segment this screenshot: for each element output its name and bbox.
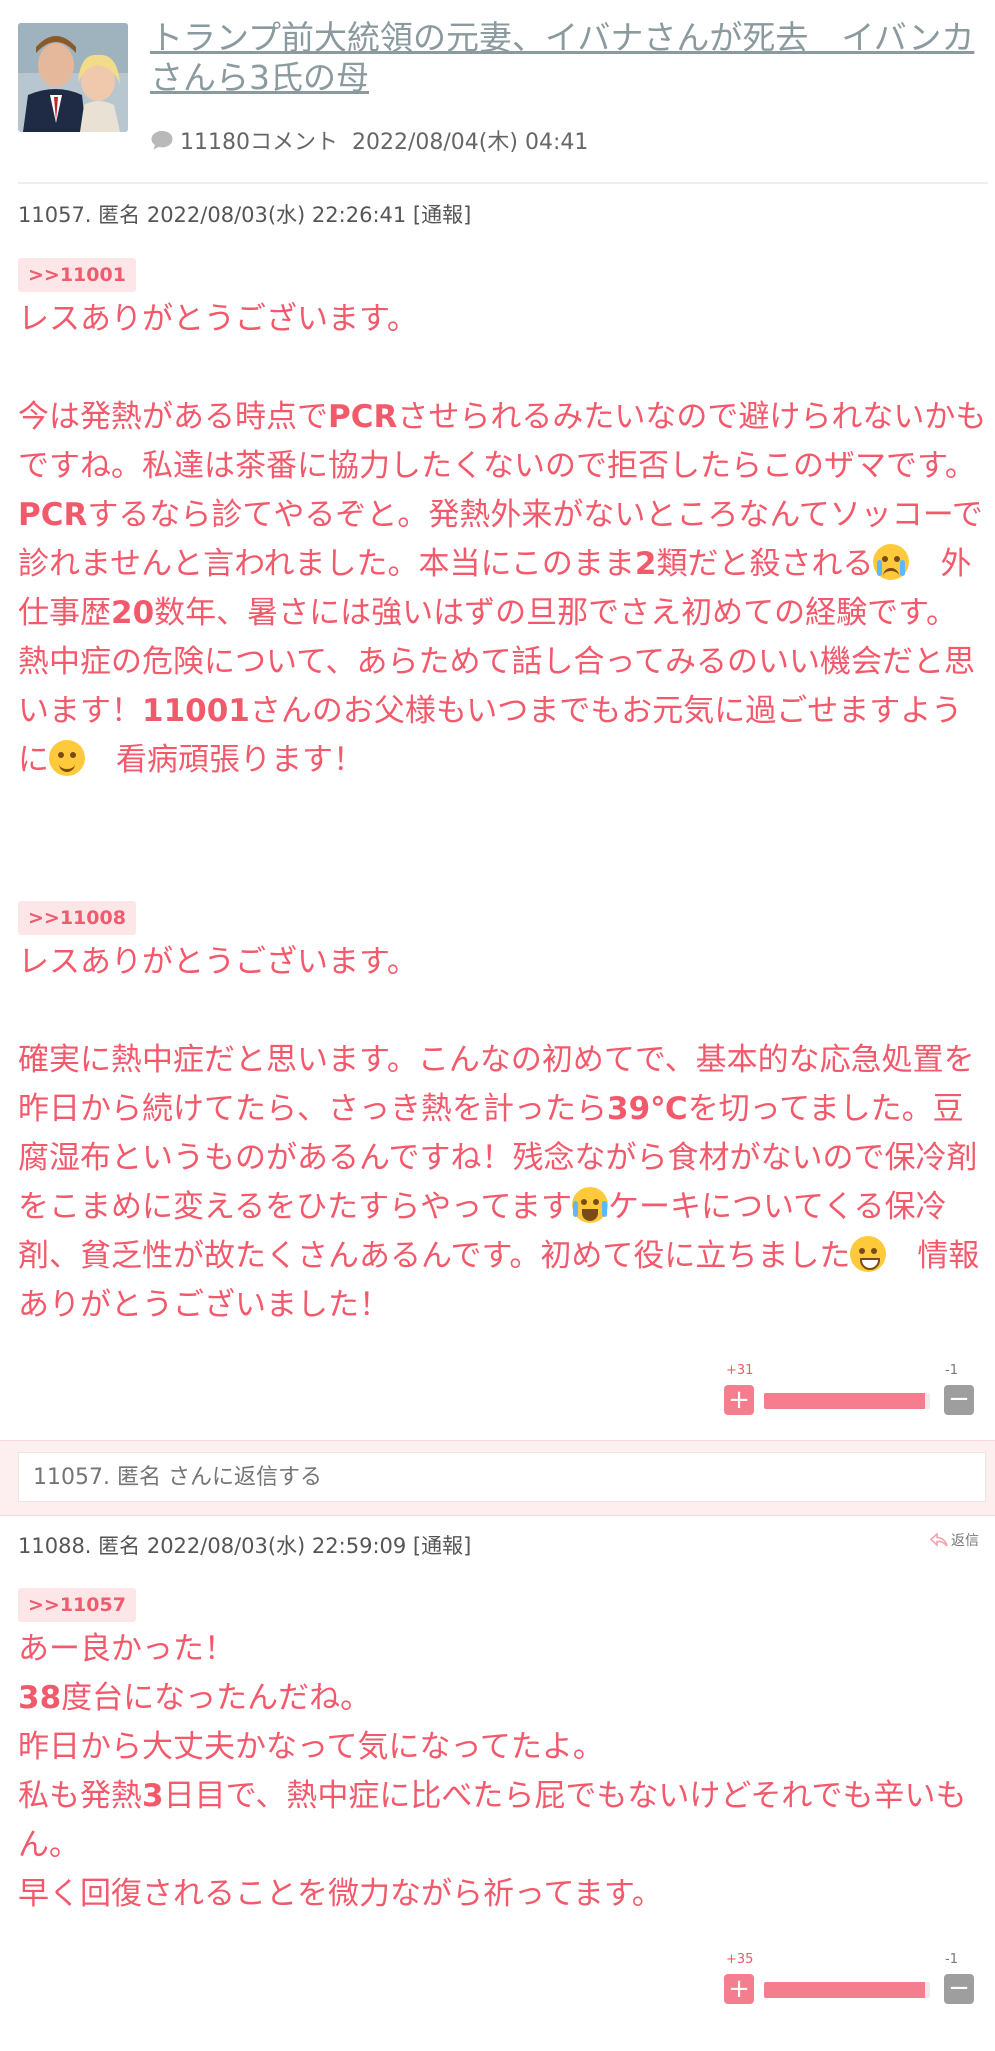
comment-body: レスありがとうございます。 今は発熱がある時点でPCRさせられるみたいなので避け… xyxy=(18,301,987,778)
vote-widget: +31 -1 + − xyxy=(724,1363,974,1423)
minus-count: -1 xyxy=(945,1363,958,1378)
smiling-face-icon xyxy=(49,740,85,776)
plus-vote-button[interactable]: + xyxy=(724,1385,754,1415)
divider xyxy=(18,182,988,184)
reply-link-label: 返信 xyxy=(951,1533,979,1549)
comment-header: 11057. 匿名 2022/08/03(水) 22:26:41 [通報] xyxy=(18,203,472,227)
article-date: 2022/08/04(木) 04:41 xyxy=(352,130,589,155)
article-title[interactable]: トランプ前大統領の元妻、イバナさんが死去 イバンカさんら3氏の母 xyxy=(150,18,980,98)
comment-count: 11180コメント xyxy=(180,130,338,155)
comment-body: レスありがとうございます。 確実に熱中症だと思います。こんなの初めてで、基本的な… xyxy=(18,944,980,1323)
reply-anchor-link[interactable]: >>11008 xyxy=(18,901,136,935)
plus-count: +31 xyxy=(726,1363,754,1378)
comment-header: 11088. 匿名 2022/08/03(水) 22:59:09 [通報] xyxy=(18,1534,472,1558)
vote-ratio-bar xyxy=(764,1393,930,1409)
plus-count: +35 xyxy=(726,1952,754,1967)
reply-link[interactable]: 返信 xyxy=(930,1530,979,1550)
minus-count: -1 xyxy=(945,1952,958,1967)
vote-widget: +35 -1 + − xyxy=(724,1952,974,2012)
article-header: トランプ前大統領の元妻、イバナさんが死去 イバンカさんら3氏の母 11180コメ… xyxy=(0,0,995,183)
comment-body: あー良かった！ 38度台になったんだね。 昨日から大丈夫かなって気になってたよ。… xyxy=(18,1631,967,1912)
comment-bubble-icon xyxy=(151,131,173,150)
reply-anchor-link[interactable]: >>11001 xyxy=(18,258,136,292)
minus-vote-button[interactable]: − xyxy=(944,1385,974,1415)
grinning-face-icon xyxy=(850,1236,887,1272)
crying-face-icon xyxy=(873,544,910,580)
vote-ratio-bar xyxy=(764,1982,930,1998)
reply-arrow-icon xyxy=(930,1533,948,1547)
reply-anchor-link[interactable]: >>11057 xyxy=(18,1588,136,1622)
reply-form xyxy=(0,1440,995,1516)
article-thumbnail[interactable] xyxy=(18,23,128,132)
article-meta: 11180コメント 2022/08/04(木) 04:41 xyxy=(150,124,588,156)
laughing-tears-icon xyxy=(571,1187,608,1223)
reply-input[interactable] xyxy=(18,1452,986,1502)
minus-vote-button[interactable]: − xyxy=(944,1974,974,2004)
plus-vote-button[interactable]: + xyxy=(724,1974,754,2004)
